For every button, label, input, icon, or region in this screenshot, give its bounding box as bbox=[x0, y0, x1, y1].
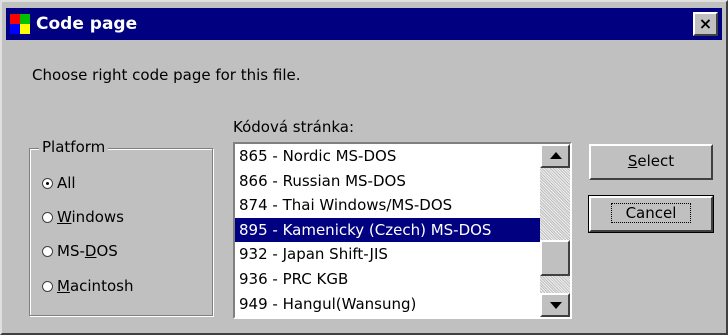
scroll-thumb[interactable] bbox=[540, 240, 570, 276]
prompt-text: Choose right code page for this file. bbox=[32, 66, 301, 84]
codepage-label: Kódová stránka: bbox=[233, 118, 355, 136]
list-item[interactable]: 865 - Nordic MS-DOS bbox=[235, 144, 540, 169]
radio-dot-icon bbox=[42, 280, 53, 292]
radio-windows[interactable]: Windows bbox=[42, 208, 124, 226]
code-page-dialog: Code page × Choose right code page for t… bbox=[0, 0, 728, 335]
cancel-button[interactable]: Cancel bbox=[588, 195, 714, 233]
arrow-down-icon bbox=[550, 302, 562, 309]
platform-legend: Platform bbox=[39, 138, 109, 156]
close-button[interactable]: × bbox=[693, 12, 718, 36]
radio-dot-icon bbox=[42, 245, 53, 257]
list-item[interactable]: 932 - Japan Shift-JIS bbox=[235, 242, 540, 267]
window-title: Code page bbox=[36, 14, 138, 34]
scroll-down-button[interactable] bbox=[540, 293, 570, 317]
list-item[interactable]: 949 - Hangul(Wansung) bbox=[235, 292, 540, 317]
radio-label: MS-DOS bbox=[57, 242, 118, 260]
radio-dot-icon bbox=[42, 177, 53, 189]
list-item[interactable]: 874 - Thai Windows/MS-DOS bbox=[235, 193, 540, 218]
radio-dot-icon bbox=[42, 211, 53, 223]
list-item-selected[interactable]: 895 - Kamenicky (Czech) MS-DOS bbox=[235, 217, 540, 243]
radio-all[interactable]: All bbox=[42, 174, 76, 192]
list-item[interactable]: 936 - PRC KGB bbox=[235, 267, 540, 292]
radio-label: All bbox=[57, 174, 76, 192]
close-icon: × bbox=[698, 14, 713, 33]
title-bar[interactable]: Code page × bbox=[6, 8, 722, 40]
cancel-button-label: Cancel bbox=[610, 203, 692, 223]
codepage-items: 865 - Nordic MS-DOS 866 - Russian MS-DOS… bbox=[235, 144, 540, 316]
select-button-label: Select bbox=[627, 152, 675, 170]
arrow-up-icon bbox=[550, 152, 562, 159]
radio-label: Windows bbox=[57, 208, 124, 226]
radio-macintosh[interactable]: Macintosh bbox=[42, 277, 133, 295]
radio-msdos[interactable]: MS-DOS bbox=[42, 242, 118, 260]
vertical-scrollbar[interactable] bbox=[540, 144, 570, 317]
app-flag-icon bbox=[10, 14, 30, 34]
codepage-listbox[interactable]: 865 - Nordic MS-DOS 866 - Russian MS-DOS… bbox=[233, 142, 572, 319]
list-item[interactable]: 866 - Russian MS-DOS bbox=[235, 169, 540, 194]
radio-label: Macintosh bbox=[57, 277, 134, 295]
select-button[interactable]: Select bbox=[589, 144, 713, 180]
scroll-up-button[interactable] bbox=[540, 144, 570, 168]
